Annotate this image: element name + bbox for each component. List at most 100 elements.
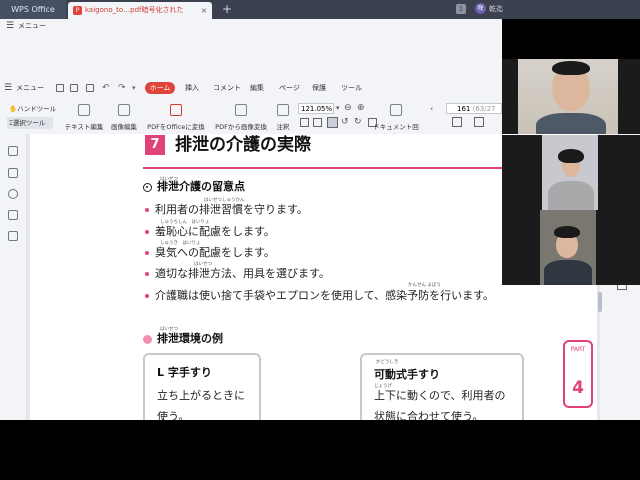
avatar[interactable]: 咲 bbox=[475, 3, 486, 14]
image-edit-label: 画像編集 bbox=[111, 123, 137, 131]
hand-tool-button[interactable]: ✋ハンドツール bbox=[9, 104, 59, 114]
subsection-title: 排泄環境の例 bbox=[157, 332, 223, 345]
document-rotate-icon bbox=[390, 104, 402, 116]
zoom-in-icon[interactable]: ⊕ bbox=[357, 103, 367, 114]
text-edit-button[interactable]: テキスト編集 bbox=[64, 104, 104, 131]
bullet-icon bbox=[145, 230, 149, 234]
page-current: 161 bbox=[457, 105, 471, 113]
prev-page-icon[interactable]: ‹ bbox=[430, 103, 438, 114]
participant-shirt bbox=[548, 181, 594, 210]
attachment-icon[interactable] bbox=[8, 189, 18, 199]
thumbnail-icon[interactable] bbox=[8, 168, 18, 178]
image-icon bbox=[118, 104, 130, 116]
search-panel-icon[interactable] bbox=[8, 231, 18, 241]
pdf-icon: P bbox=[73, 6, 82, 15]
video-tile-participant-3[interactable] bbox=[502, 210, 640, 285]
continuous-view-icon[interactable] bbox=[474, 117, 484, 127]
folder-icon[interactable] bbox=[56, 84, 64, 92]
tab-tools[interactable]: ツール bbox=[341, 78, 362, 98]
undo-icon[interactable]: ↶ bbox=[102, 82, 112, 94]
text-edit-icon bbox=[78, 104, 90, 116]
signature-icon[interactable] bbox=[8, 210, 18, 220]
video-tile-host[interactable] bbox=[502, 59, 640, 134]
menu-icon[interactable]: ☰ bbox=[6, 21, 16, 31]
left-sidebar bbox=[0, 134, 27, 420]
list-item: 介護職は使い捨て手袋やエプロンを使用して、感染予防を行います。 bbox=[155, 289, 495, 302]
pdf-to-image-label: PDFから画像変換 bbox=[215, 123, 267, 131]
subsection-title: 排泄介護の留意点 bbox=[157, 180, 245, 193]
tab-insert[interactable]: 挿入 bbox=[185, 78, 199, 98]
rotate-left-icon[interactable]: ↺ bbox=[341, 117, 351, 128]
participant-hair bbox=[552, 61, 590, 75]
target-bullet-icon bbox=[143, 183, 152, 192]
zoom-dropdown-icon[interactable]: ▾ bbox=[336, 103, 344, 114]
select-tool-button[interactable]: ⌶選択ツール bbox=[7, 117, 53, 129]
hamburger-icon[interactable]: ☰ bbox=[4, 83, 14, 93]
card-text: 立ち上がるときに bbox=[157, 389, 245, 402]
pdf-convert-icon bbox=[170, 104, 182, 116]
card-ruby: かどうしき bbox=[376, 360, 399, 365]
page-total: (63/27 bbox=[472, 105, 496, 113]
tab-page[interactable]: ページ bbox=[279, 78, 300, 98]
image-edit-button[interactable]: 画像編集 bbox=[107, 104, 141, 131]
select-tool-label: 選択ツール bbox=[12, 119, 46, 127]
text-edit-label: テキスト編集 bbox=[64, 123, 104, 131]
menu-button[interactable]: メニュー bbox=[18, 21, 48, 31]
menu-label[interactable]: メニュー bbox=[16, 78, 44, 98]
hand-tool-label: ハンドツール bbox=[17, 105, 57, 113]
tab-edit[interactable]: 編集 bbox=[250, 78, 264, 98]
rotate-right-icon[interactable]: ↻ bbox=[354, 117, 364, 128]
pdf-to-office-button[interactable]: PDFをOfficeに変換 bbox=[143, 104, 209, 131]
redo-icon[interactable]: ↷ bbox=[118, 82, 128, 94]
tab-comment[interactable]: コメント bbox=[213, 78, 241, 98]
card-text: 上下に動くので、利用者の bbox=[374, 389, 506, 402]
user-name: 乾迄 bbox=[489, 5, 503, 13]
fit-width-icon[interactable] bbox=[313, 118, 322, 127]
pdf-to-image-button[interactable]: PDFから画像変換 bbox=[212, 104, 270, 131]
participant-video bbox=[542, 135, 598, 210]
annotate-button[interactable]: 注釈 bbox=[272, 104, 294, 131]
chevron-down-icon[interactable]: ▾ bbox=[132, 82, 140, 94]
tab-protect[interactable]: 保護 bbox=[312, 78, 326, 98]
letterbox-bottom bbox=[0, 420, 640, 480]
card-title: 可動式手すり bbox=[374, 368, 440, 381]
save-icon[interactable] bbox=[70, 84, 78, 92]
document-tab-label: kaigono_to…pdf暗号化された bbox=[85, 6, 184, 14]
new-tab-button[interactable]: + bbox=[220, 0, 234, 19]
tab-home[interactable]: ホーム bbox=[145, 82, 175, 94]
card-title: L 字手すり bbox=[157, 366, 212, 379]
zoom-input[interactable]: 121.05% bbox=[298, 103, 334, 114]
bookmark-icon[interactable] bbox=[8, 146, 18, 156]
bullet-icon bbox=[145, 251, 149, 255]
fit-page-icon[interactable] bbox=[300, 118, 309, 127]
quick-access-bar: ☰ メニュー bbox=[0, 19, 502, 78]
participant-hair bbox=[554, 226, 580, 238]
list-item: 羞恥心に配慮をします。 bbox=[155, 225, 275, 238]
part-label: PART bbox=[570, 346, 586, 353]
participant-hair bbox=[558, 149, 584, 163]
list-item: 臭気への配慮をします。 bbox=[155, 246, 275, 259]
participant-video bbox=[518, 59, 618, 134]
single-page-icon[interactable] bbox=[327, 117, 338, 128]
document-tab[interactable]: P kaigono_to…pdf暗号化された × bbox=[68, 2, 212, 19]
window-box-icon[interactable]: 1 bbox=[456, 4, 466, 14]
participant-shirt bbox=[536, 113, 606, 134]
bullet-icon bbox=[145, 272, 149, 276]
part-number: 4 bbox=[572, 378, 584, 398]
participant-video bbox=[540, 210, 596, 285]
list-item: 利用者の排泄習慣を守ります。 bbox=[155, 203, 308, 216]
view-mode-icon[interactable] bbox=[452, 117, 462, 127]
section-number: 7 bbox=[145, 135, 165, 155]
video-tile-participant-2[interactable] bbox=[502, 135, 640, 210]
pdf-to-office-label: PDFをOfficeに変換 bbox=[147, 123, 205, 131]
app-home-tab[interactable]: WPS Office bbox=[0, 0, 66, 19]
print-icon[interactable] bbox=[86, 84, 94, 92]
page-number-input[interactable]: 161 (63/27 bbox=[446, 103, 502, 114]
pdf-image-icon bbox=[235, 104, 247, 116]
vertical-scrollbar[interactable] bbox=[598, 292, 602, 312]
close-icon[interactable]: × bbox=[199, 2, 209, 19]
participant-shirt bbox=[544, 260, 592, 285]
annotate-icon bbox=[277, 104, 289, 116]
list-item: 適切な排泄方法、用具を選びます。 bbox=[155, 267, 330, 280]
zoom-out-icon[interactable]: ⊖ bbox=[344, 103, 354, 114]
